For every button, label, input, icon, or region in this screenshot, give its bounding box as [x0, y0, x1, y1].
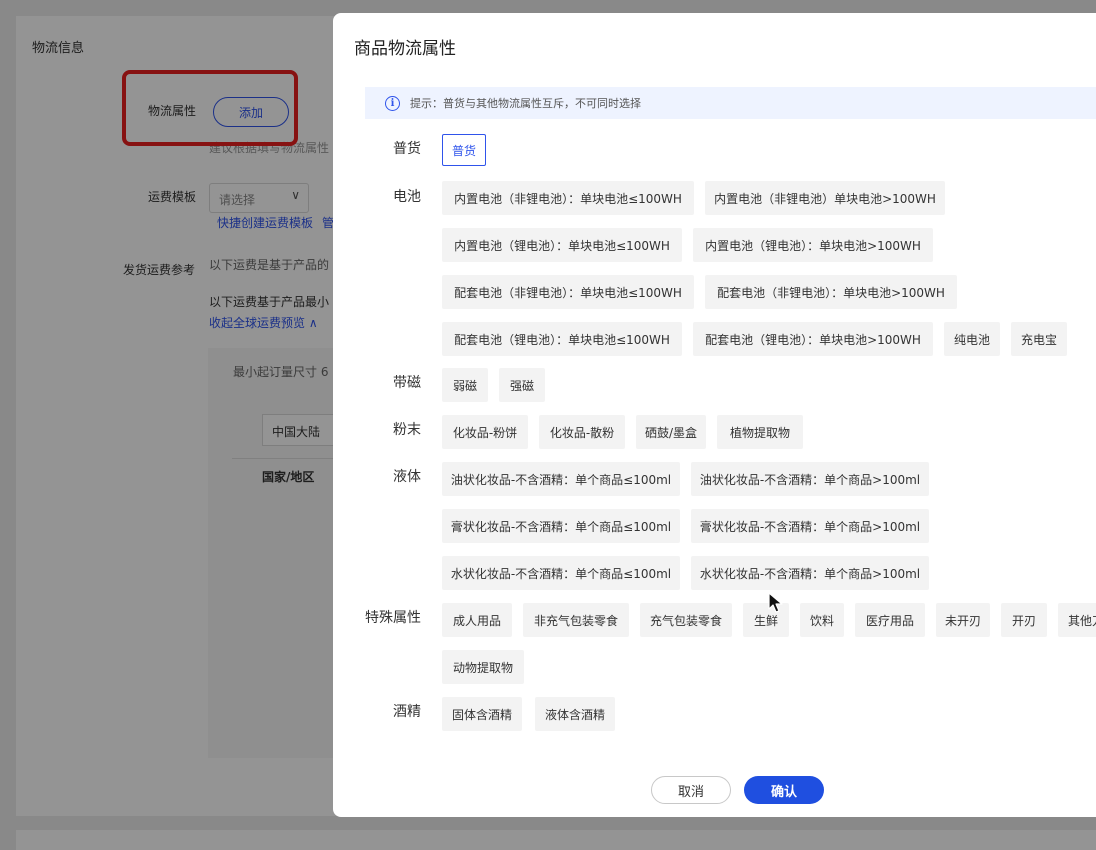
row-label-special: 特殊属性 [365, 610, 421, 626]
tag-special[interactable]: 非充气包装零食 [523, 603, 629, 637]
row-label-general: 普货 [393, 141, 421, 157]
info-icon: i [385, 95, 400, 111]
tag-alcohol[interactable]: 固体含酒精 [442, 697, 522, 731]
tag-battery[interactable]: 内置电池（非锂电池）单块电池>100WH [705, 181, 945, 215]
tag-powder[interactable]: 化妆品-粉饼 [442, 415, 528, 449]
row-label-battery: 电池 [393, 189, 421, 205]
row-label-alcohol: 酒精 [393, 704, 421, 720]
hint-bar: i 提示：普货与其他物流属性互斥，不可同时选择 [365, 87, 1096, 119]
tag-battery[interactable]: 充电宝 [1011, 322, 1067, 356]
tag-battery[interactable]: 内置电池（锂电池）：单块电池>100WH [693, 228, 933, 262]
tag-powder[interactable]: 化妆品-散粉 [539, 415, 625, 449]
tag-special[interactable]: 未开刃 [936, 603, 990, 637]
tag-alcohol[interactable]: 液体含酒精 [535, 697, 615, 731]
tag-special[interactable]: 开刃 [1001, 603, 1047, 637]
modal-title: 商品物流属性 [354, 39, 456, 59]
tag-liquid[interactable]: 膏状化妆品-不含酒精：单个商品>100ml [691, 509, 929, 543]
tag-liquid[interactable]: 水状化妆品-不含酒精：单个商品≤100ml [442, 556, 680, 590]
tag-battery[interactable]: 配套电池（锂电池）：单块电池≤100WH [442, 322, 682, 356]
tag-special[interactable]: 成人用品 [442, 603, 512, 637]
tag-battery[interactable]: 纯电池 [944, 322, 1000, 356]
logistics-attr-modal: 商品物流属性 i 提示：普货与其他物流属性互斥，不可同时选择 普货 普货 电池 … [333, 13, 1096, 817]
row-label-liquid: 液体 [393, 469, 421, 485]
tag-magnetic[interactable]: 强磁 [499, 368, 545, 402]
tag-liquid[interactable]: 油状化妆品-不含酒精：单个商品>100ml [691, 462, 929, 496]
tag-battery[interactable]: 内置电池（锂电池）：单块电池≤100WH [442, 228, 682, 262]
tag-special[interactable]: 动物提取物 [442, 650, 524, 684]
tag-powder[interactable]: 硒鼓/墨盒 [636, 415, 706, 449]
tag-special[interactable]: 充气包装零食 [640, 603, 732, 637]
row-label-powder: 粉末 [393, 422, 421, 438]
row-label-magnetic: 带磁 [393, 375, 421, 391]
tag-special[interactable]: 医疗用品 [855, 603, 925, 637]
tag-special[interactable]: 饮料 [800, 603, 844, 637]
tag-liquid[interactable]: 水状化妆品-不含酒精：单个商品>100ml [691, 556, 929, 590]
confirm-button[interactable]: 确认 [744, 776, 824, 804]
tag-liquid[interactable]: 油状化妆品-不含酒精：单个商品≤100ml [442, 462, 680, 496]
tag-general-goods[interactable]: 普货 [442, 134, 486, 166]
tag-battery[interactable]: 配套电池（锂电池）：单块电池>100WH [693, 322, 933, 356]
tag-liquid[interactable]: 膏状化妆品-不含酒精：单个商品≤100ml [442, 509, 680, 543]
tag-magnetic[interactable]: 弱磁 [442, 368, 488, 402]
cancel-button[interactable]: 取消 [651, 776, 731, 804]
tag-special[interactable]: 其他刀 [1058, 603, 1096, 637]
tag-powder[interactable]: 植物提取物 [717, 415, 803, 449]
hint-text: 提示：普货与其他物流属性互斥，不可同时选择 [410, 97, 641, 110]
mouse-cursor-icon [768, 592, 783, 613]
tag-battery[interactable]: 内置电池（非锂电池）：单块电池≤100WH [442, 181, 694, 215]
tag-battery[interactable]: 配套电池（非锂电池）：单块电池≤100WH [442, 275, 694, 309]
tag-battery[interactable]: 配套电池（非锂电池）：单块电池>100WH [705, 275, 957, 309]
